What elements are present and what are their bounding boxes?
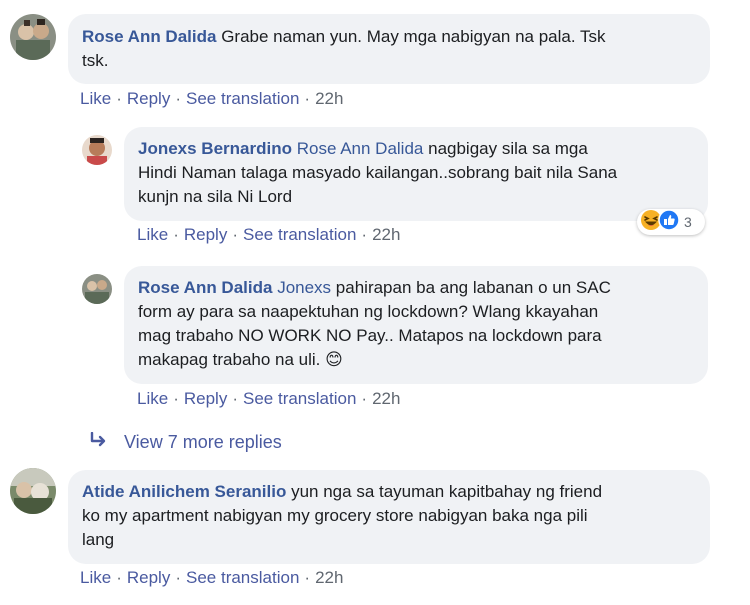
comment-text: makapag trabaho na uli. — [138, 350, 321, 369]
comment-text: tsk. — [82, 51, 109, 70]
comment-text: nagbigay sila sa mga — [428, 139, 588, 158]
timestamp[interactable]: 22h — [372, 225, 400, 244]
comment-text: pahirapan ba ang labanan o un SAC — [335, 278, 611, 297]
like-button[interactable]: Like — [80, 568, 111, 587]
comment-bubble: Atide Anilichem Seranilio yun nga sa tay… — [68, 470, 710, 564]
reaction-count: 3 — [684, 214, 692, 230]
view-more-replies[interactable]: View 7 more replies — [90, 431, 282, 453]
comment-author[interactable]: Rose Ann Dalida — [138, 278, 272, 297]
timestamp[interactable]: 22h — [315, 568, 343, 587]
timestamp[interactable]: 22h — [315, 89, 343, 108]
like-button[interactable]: Like — [80, 89, 111, 108]
reaction-summary[interactable]: 3 — [637, 208, 705, 236]
comment-text: Grabe naman yun. May mga nabigyan na pal… — [221, 27, 606, 46]
comment-text: yun nga sa tayuman kapitbahay ng friend — [291, 482, 603, 501]
reply-button[interactable]: Reply — [127, 89, 170, 108]
see-translation-link[interactable]: See translation — [243, 389, 356, 408]
like-icon — [658, 208, 680, 236]
comment-actions: Like · Reply · See translation · 22h — [80, 89, 344, 108]
see-translation-link[interactable]: See translation — [186, 89, 299, 108]
timestamp[interactable]: 22h — [372, 389, 400, 408]
mention-link[interactable]: Jonexs — [277, 278, 331, 297]
reply-arrow-icon — [90, 431, 108, 453]
comment-bubble: Rose Ann Dalida Grabe naman yun. May mga… — [68, 14, 710, 84]
see-translation-link[interactable]: See translation — [243, 225, 356, 244]
mention-link[interactable]: Rose Ann Dalida — [297, 139, 424, 158]
see-translation-link[interactable]: See translation — [186, 568, 299, 587]
reply-bubble: Rose Ann Dalida Jonexs pahirapan ba ang … — [124, 266, 708, 384]
reply-button[interactable]: Reply — [184, 225, 227, 244]
comment-text: kunjn na sila Ni Lord — [138, 187, 293, 206]
comment-text: mag trabaho NO WORK NO Pay.. Matapos na … — [138, 326, 602, 345]
view-more-label[interactable]: View 7 more replies — [124, 432, 282, 453]
like-button[interactable]: Like — [137, 389, 168, 408]
reply-button[interactable]: Reply — [127, 568, 170, 587]
comment-author[interactable]: Atide Anilichem Seranilio — [82, 482, 286, 501]
comment-text: ko my apartment nabigyan my grocery stor… — [82, 506, 588, 525]
comment-actions: Like · Reply · See translation · 22h — [137, 389, 401, 408]
smile-emoji: 😊 — [325, 350, 343, 369]
avatar[interactable] — [10, 14, 56, 60]
like-button[interactable]: Like — [137, 225, 168, 244]
reply-button[interactable]: Reply — [184, 389, 227, 408]
avatar[interactable] — [82, 135, 112, 165]
avatar[interactable] — [10, 468, 56, 514]
avatar[interactable] — [82, 274, 112, 304]
comment-actions: Like · Reply · See translation · 22h — [80, 568, 344, 587]
comment-author[interactable]: Rose Ann Dalida — [82, 27, 216, 46]
comment-actions: Like · Reply · See translation · 22h — [137, 225, 401, 244]
comment-text: lang — [82, 530, 115, 549]
comment-text: Hindi Naman talaga masyado kailangan..so… — [138, 163, 618, 182]
comment-text: form ay para sa naapektuhan ng lockdown?… — [138, 302, 599, 321]
comment-author[interactable]: Jonexs Bernardino — [138, 139, 292, 158]
reply-bubble: Jonexs Bernardino Rose Ann Dalida nagbig… — [124, 127, 708, 221]
